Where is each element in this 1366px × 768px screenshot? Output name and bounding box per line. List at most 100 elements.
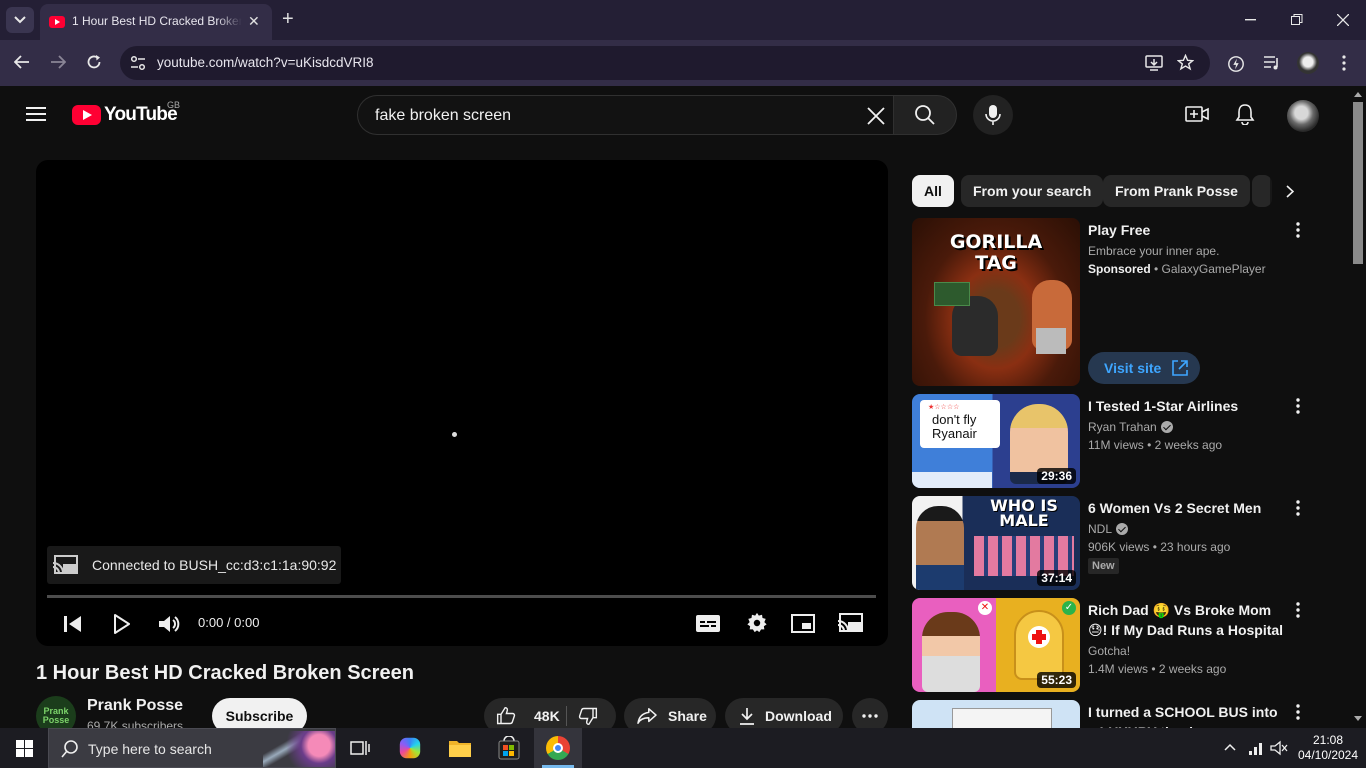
video-card[interactable]: I turned a SCHOOL BUS into a LUXURY tiny… bbox=[912, 700, 1312, 728]
scroll-up-icon[interactable] bbox=[1354, 92, 1362, 97]
clear-search-icon[interactable] bbox=[866, 106, 886, 126]
channel-name-link[interactable]: Ryan Trahan bbox=[1088, 420, 1157, 434]
scroll-down-icon[interactable] bbox=[1354, 716, 1362, 721]
video-thumbnail[interactable]: ✕ ✓ 55:23 bbox=[912, 598, 1080, 692]
create-video-icon[interactable] bbox=[1185, 104, 1209, 124]
extension-icon[interactable] bbox=[1227, 55, 1245, 73]
video-card[interactable]: WHO IS MALE 37:14 6 Women Vs 2 Secret Men… bbox=[912, 496, 1312, 590]
browser-menu-icon[interactable] bbox=[1342, 55, 1346, 71]
ad-title[interactable]: Play Free bbox=[1088, 220, 1288, 240]
reload-icon[interactable] bbox=[86, 54, 102, 70]
more-options-icon[interactable] bbox=[1296, 602, 1300, 618]
channel-line[interactable]: Gotcha! bbox=[1088, 642, 1130, 660]
video-duration: 55:23 bbox=[1037, 672, 1076, 688]
more-options-icon[interactable] bbox=[1296, 398, 1300, 414]
video-card[interactable]: ★☆☆☆☆ don't fly Ryanair 29:36 I Tested 1… bbox=[912, 394, 1312, 488]
video-title-link[interactable]: 6 Women Vs 2 Secret Men bbox=[1088, 498, 1288, 518]
more-options-icon[interactable] bbox=[1296, 222, 1300, 238]
media-control-icon[interactable] bbox=[1263, 55, 1281, 71]
video-title-link[interactable]: I Tested 1-Star Airlines bbox=[1088, 396, 1288, 416]
visit-site-button[interactable]: Visit site bbox=[1088, 352, 1200, 384]
video-thumbnail[interactable] bbox=[912, 700, 1080, 728]
chrome-taskbar-button[interactable] bbox=[534, 728, 582, 768]
bookmark-star-icon[interactable] bbox=[1177, 54, 1194, 71]
new-tab-button[interactable]: + bbox=[282, 9, 294, 29]
chevron-right-icon bbox=[1286, 185, 1294, 198]
profile-avatar[interactable] bbox=[1297, 52, 1319, 74]
hamburger-menu-icon[interactable] bbox=[26, 106, 46, 122]
video-title-link[interactable]: I turned a SCHOOL BUS into a LUXURY tiny… bbox=[1088, 702, 1288, 728]
close-window-icon[interactable] bbox=[1337, 14, 1349, 26]
tab-title: 1 Hour Best HD Cracked Broken Screen - Y… bbox=[72, 14, 242, 28]
show-hidden-icons-icon[interactable] bbox=[1224, 743, 1236, 751]
chip-partial[interactable] bbox=[1252, 175, 1272, 207]
ad-thumbnail[interactable]: GORILLA TAG bbox=[912, 218, 1080, 386]
video-thumbnail[interactable]: WHO IS MALE 37:14 bbox=[912, 496, 1080, 590]
download-label: Download bbox=[765, 708, 832, 724]
restore-icon[interactable] bbox=[1291, 14, 1303, 26]
rock-shape bbox=[1036, 328, 1066, 354]
taskbar-clock[interactable]: 21:08 04/10/2024 bbox=[1297, 733, 1359, 763]
channel-name[interactable]: Prank Posse bbox=[87, 697, 183, 715]
taskbar-search-box[interactable]: Type here to search bbox=[48, 728, 336, 768]
search-input[interactable]: fake broken screen bbox=[357, 95, 893, 135]
video-card[interactable]: ✕ ✓ 55:23 Rich Dad 🤑 Vs Broke Mom 😓! If … bbox=[912, 598, 1312, 692]
volume-muted-icon[interactable] bbox=[1270, 740, 1288, 756]
scroll-thumb[interactable] bbox=[1353, 102, 1363, 264]
youtube-logo[interactable]: YouTube GB bbox=[72, 100, 180, 126]
cast-button-icon[interactable] bbox=[838, 613, 864, 633]
subtitles-icon[interactable] bbox=[696, 615, 720, 632]
install-app-icon[interactable] bbox=[1145, 55, 1163, 71]
account-avatar[interactable] bbox=[1287, 100, 1319, 132]
address-bar[interactable]: youtube.com/watch?v=uKisdcdVRI8 bbox=[120, 46, 1210, 80]
browser-tab-active[interactable]: 1 Hour Best HD Cracked Broken Screen - Y… bbox=[40, 4, 272, 40]
play-icon[interactable] bbox=[114, 614, 130, 634]
channel-line[interactable]: NDL bbox=[1088, 520, 1129, 538]
previous-video-icon[interactable] bbox=[64, 615, 82, 633]
chip-from-your-search[interactable]: From your search bbox=[961, 175, 1104, 207]
voice-search-button[interactable] bbox=[973, 95, 1013, 135]
chip-from-channel[interactable]: From Prank Posse bbox=[1103, 175, 1250, 207]
channel-name-link[interactable]: NDL bbox=[1088, 522, 1112, 536]
network-icon[interactable] bbox=[1248, 740, 1266, 756]
chalkboard-shape bbox=[934, 282, 970, 306]
ad-card[interactable]: GORILLA TAG Play Free Embrace your inner… bbox=[912, 218, 1312, 386]
thumbs-up-icon[interactable] bbox=[496, 706, 516, 726]
windows-start-icon[interactable] bbox=[16, 740, 33, 757]
like-count[interactable]: 48K bbox=[534, 708, 560, 724]
chip-scroll-right-button[interactable] bbox=[1270, 172, 1310, 210]
tab-search-button[interactable] bbox=[6, 7, 34, 33]
settings-gear-icon[interactable] bbox=[746, 612, 768, 634]
minimize-icon[interactable] bbox=[1245, 19, 1256, 21]
review-card: ★☆☆☆☆ don't fly Ryanair bbox=[920, 400, 1000, 448]
sponsored-label: Sponsored bbox=[1088, 262, 1151, 276]
windows-taskbar: Type here to search 21:08 04/10/2024 bbox=[0, 728, 1366, 768]
volume-icon[interactable] bbox=[158, 614, 180, 634]
microsoft-store-icon[interactable] bbox=[497, 736, 521, 760]
taskbar-search-icon bbox=[61, 740, 78, 758]
chip-all[interactable]: All bbox=[912, 175, 954, 207]
page-scrollbar[interactable] bbox=[1350, 86, 1366, 728]
site-info-icon[interactable] bbox=[128, 53, 148, 73]
more-options-icon[interactable] bbox=[1296, 704, 1300, 720]
forward-arrow-icon[interactable] bbox=[50, 55, 66, 69]
tab-close-icon[interactable]: ✕ bbox=[248, 13, 260, 30]
more-options-icon[interactable] bbox=[1296, 500, 1300, 516]
upload-age: 2 weeks ago bbox=[1154, 438, 1223, 452]
search-button[interactable] bbox=[893, 95, 957, 135]
video-title-link[interactable]: Rich Dad 🤑 Vs Broke Mom 😓! If My Dad Run… bbox=[1088, 600, 1288, 640]
video-thumbnail[interactable]: ★☆☆☆☆ don't fly Ryanair 29:36 bbox=[912, 394, 1080, 488]
taskbar-search-placeholder: Type here to search bbox=[88, 741, 212, 757]
channel-name-link[interactable]: Gotcha! bbox=[1088, 644, 1130, 658]
file-explorer-icon[interactable] bbox=[448, 736, 472, 760]
copilot-icon[interactable] bbox=[399, 737, 421, 759]
video-duration: 29:36 bbox=[1037, 468, 1076, 484]
back-arrow-icon[interactable] bbox=[14, 55, 30, 69]
video-player[interactable]: Connected to BUSH_cc:d3:c1:1a:90:92 0:00… bbox=[36, 160, 888, 646]
channel-line[interactable]: Ryan Trahan bbox=[1088, 418, 1173, 436]
miniplayer-icon[interactable] bbox=[791, 614, 815, 633]
notifications-bell-icon[interactable] bbox=[1235, 103, 1255, 125]
thumbs-down-icon[interactable] bbox=[578, 706, 598, 726]
task-view-icon[interactable] bbox=[350, 738, 374, 762]
progress-bar[interactable] bbox=[47, 595, 876, 598]
